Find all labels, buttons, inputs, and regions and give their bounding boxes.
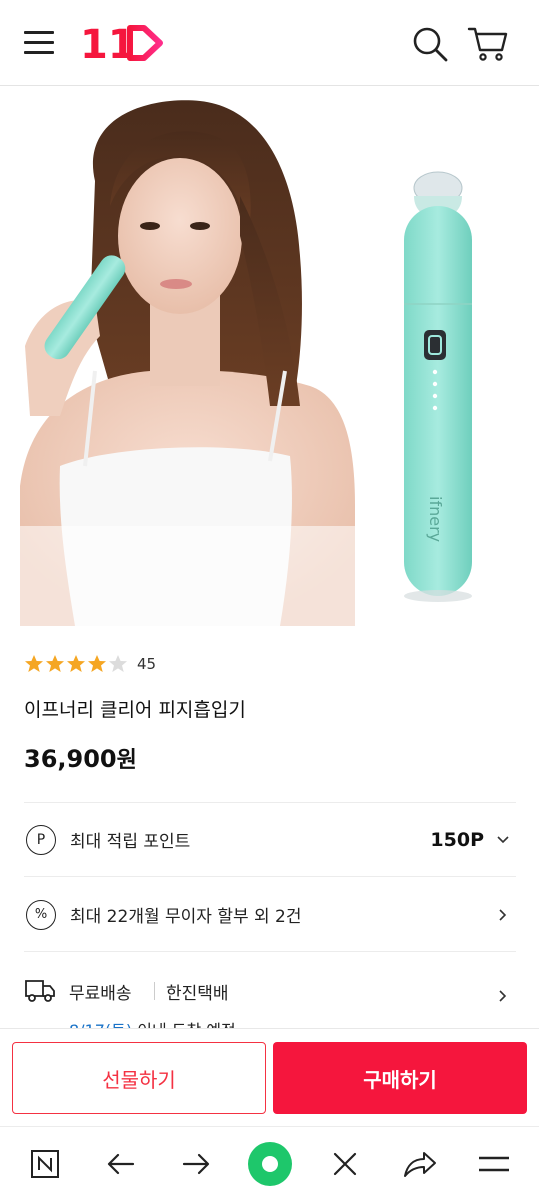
points-value: 150P <box>430 828 484 851</box>
hamburger-menu-icon[interactable] <box>22 26 56 60</box>
star-filled-icon <box>25 655 43 672</box>
product-image[interactable]: ifnery <box>0 86 539 626</box>
home-circle-icon[interactable] <box>247 1141 293 1187</box>
share-icon[interactable] <box>397 1141 443 1187</box>
star-rating <box>24 654 129 674</box>
points-row[interactable]: P 최대 적립 포인트 150P <box>24 803 516 877</box>
separator <box>154 982 155 1000</box>
chevron-down-icon[interactable] <box>496 833 510 847</box>
free-shipping-label: 무료배송 <box>69 984 132 1004</box>
points-label: 최대 적립 포인트 <box>70 832 191 852</box>
11st-logo[interactable]: 11 <box>80 22 164 68</box>
rating-row[interactable]: 45 <box>24 652 156 676</box>
installment-percent-icon: % <box>26 899 56 930</box>
browser-toolbar <box>0 1126 539 1200</box>
points-p-icon: P <box>26 824 56 855</box>
price-number: 36,900 <box>24 745 117 773</box>
installment-label: 최대 22개월 무이자 할부 외 2건 <box>70 907 302 927</box>
gift-button[interactable]: 선물하기 <box>12 1042 266 1114</box>
device-brand-label: ifnery <box>426 496 445 542</box>
installment-row[interactable]: % 최대 22개월 무이자 할부 외 2건 <box>24 878 516 952</box>
purchase-action-bar: 선물하기 구매하기 <box>0 1028 539 1126</box>
delivery-row[interactable]: 무료배송 한진택배 8/17(토) 이내 도착 예정 <box>24 955 516 1035</box>
delivery-truck-icon <box>25 980 55 1002</box>
forward-arrow-icon[interactable] <box>173 1141 219 1187</box>
chevron-right-icon[interactable] <box>496 908 510 922</box>
back-arrow-icon[interactable] <box>98 1141 144 1187</box>
star-empty-icon <box>109 655 127 672</box>
product-price: 36,900원 <box>24 742 137 774</box>
star-filled-icon <box>46 655 64 672</box>
app-header: 11 <box>0 0 539 86</box>
price-unit: 원 <box>116 748 137 773</box>
star-filled-icon <box>88 655 106 672</box>
courier-label: 한진택배 <box>166 984 229 1004</box>
product-name: 이프너리 클리어 피지흡입기 <box>24 699 246 721</box>
naver-n-icon[interactable] <box>22 1141 68 1187</box>
search-icon[interactable] <box>410 24 450 64</box>
review-count: 45 <box>137 655 157 673</box>
buy-button[interactable]: 구매하기 <box>273 1042 527 1114</box>
menu-icon[interactable] <box>471 1141 517 1187</box>
cart-icon[interactable] <box>466 22 510 66</box>
close-icon[interactable] <box>322 1141 368 1187</box>
star-filled-icon <box>67 655 85 672</box>
chevron-right-icon[interactable] <box>496 989 510 1003</box>
